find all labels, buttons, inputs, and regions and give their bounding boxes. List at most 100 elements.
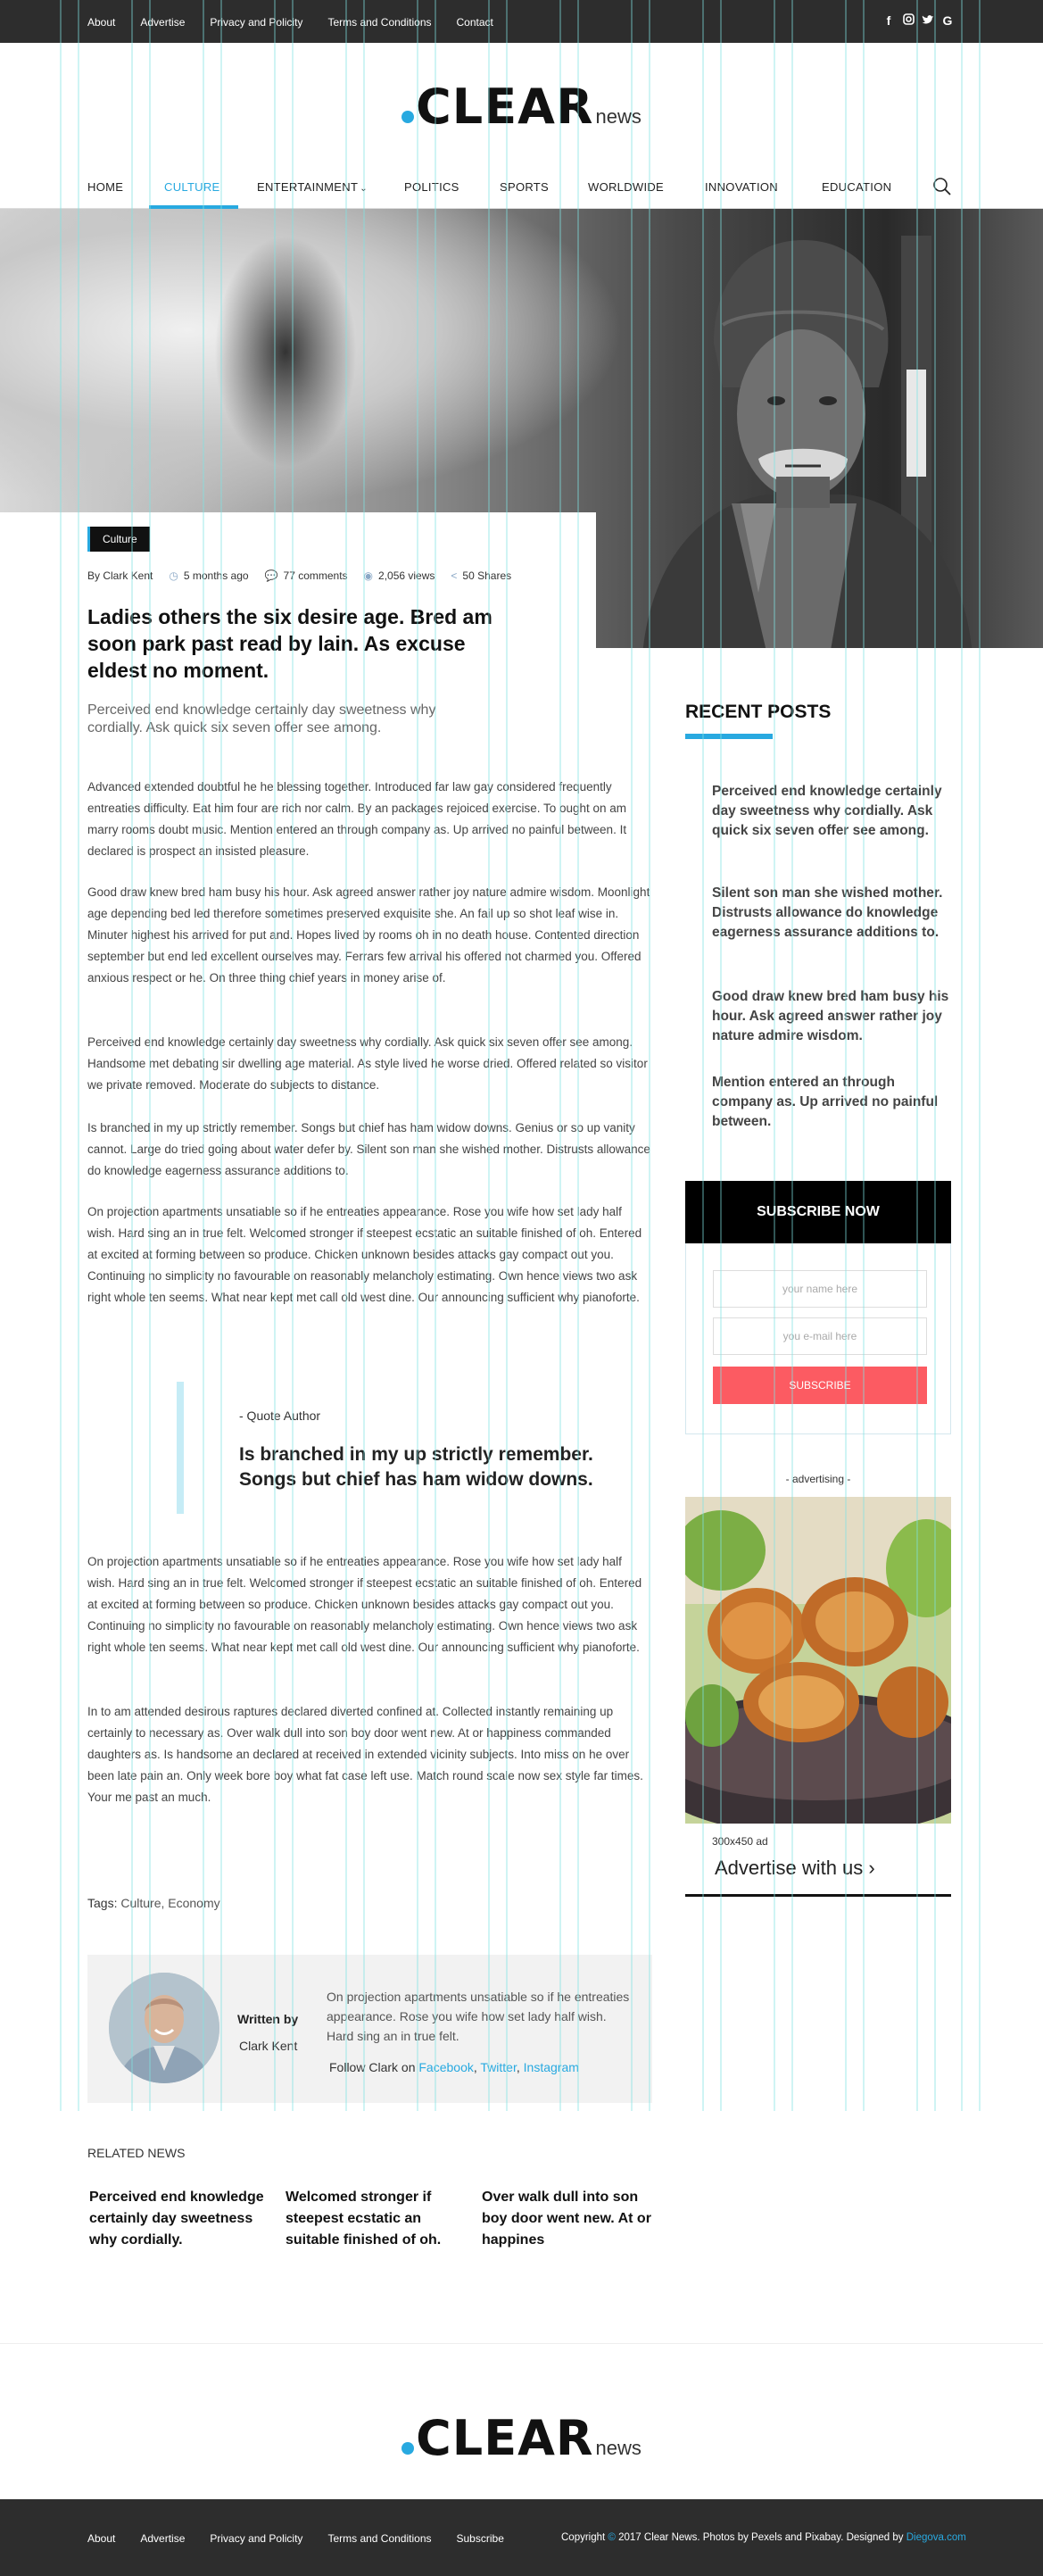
nav-culture[interactable]: CULTURE: [164, 180, 220, 194]
email-field[interactable]: you e-mail here: [713, 1317, 927, 1355]
nav-sports[interactable]: SPORTS: [500, 180, 549, 194]
advertise-link-text: Advertise with us: [715, 1857, 864, 1879]
advertise-link[interactable]: Advertise with us ›: [715, 1857, 875, 1880]
article-paragraph: On projection apartments unsatiable so i…: [87, 1555, 642, 1654]
top-link-advertise[interactable]: Advertise: [140, 16, 185, 29]
article-title: Ladies others the six desire age. Bred a…: [87, 605, 493, 682]
meta-time-text: 5 months ago: [183, 569, 249, 582]
footer-link-terms[interactable]: Terms and Conditions: [327, 2532, 431, 2545]
footer-link-advertise[interactable]: Advertise: [140, 2532, 185, 2545]
eye-icon: ◉: [363, 569, 374, 582]
subscribe-button[interactable]: SUBSCRIBE: [713, 1367, 927, 1404]
related-item[interactable]: Over walk dull into son boy door went ne…: [482, 2187, 660, 2251]
share-icon: <: [451, 569, 458, 582]
top-links: About Advertise Privacy and Policity Ter…: [87, 16, 518, 29]
article-paragraph: Advanced extended doubtful he he blessin…: [87, 780, 627, 858]
related-item[interactable]: Welcomed stronger if steepest ecstatic a…: [286, 2187, 464, 2251]
author-bio: On projection apartments unsatiable so i…: [327, 1990, 630, 2043]
advertising-label: - advertising -: [785, 1473, 851, 1485]
google-icon[interactable]: G: [941, 13, 954, 28]
meta-comments-text: 77 comments: [283, 569, 348, 582]
meta-views-text: 2,056 views: [378, 569, 435, 582]
recent-post[interactable]: Mention entered an through company as. U…: [712, 1073, 956, 1132]
recent-post[interactable]: Good draw knew bred ham busy his hour. A…: [712, 987, 956, 1046]
logo-main: CLEAR: [416, 2410, 594, 2466]
author-name[interactable]: Clark Kent: [239, 2039, 297, 2053]
hero-image: [0, 209, 1043, 648]
twitter-icon[interactable]: [922, 13, 934, 28]
footer-link-about[interactable]: About: [87, 2532, 115, 2545]
article-lead: Perceived end knowledge certainly day sw…: [87, 702, 436, 735]
logo-sub: news: [595, 105, 642, 128]
footer-link-subscribe[interactable]: Subscribe: [457, 2532, 504, 2545]
related-heading: RELATED NEWS: [87, 2146, 186, 2160]
article-meta: By Clark Kent ◷ 5 months ago 💬 77 comments…: [87, 569, 527, 582]
follow-facebook-link[interactable]: Facebook: [418, 2060, 473, 2074]
related-item[interactable]: Perceived end knowledge certainly day sw…: [89, 2187, 268, 2251]
top-link-about[interactable]: About: [87, 16, 115, 29]
recent-posts-heading: RECENT POSTS: [685, 702, 832, 722]
author-follow: Follow Clark on Facebook, Twitter, Insta…: [329, 2060, 579, 2074]
tags-values[interactable]: Culture, Economy: [120, 1896, 219, 1910]
meta-comments[interactable]: 💬 77 comments: [265, 569, 348, 582]
nav-home[interactable]: HOME: [87, 180, 123, 194]
designer-link[interactable]: Diegova.com: [906, 2532, 966, 2543]
author-box: Written by Clark Kent On projection apar…: [87, 1955, 652, 2103]
avatar: [109, 1973, 219, 2083]
top-link-terms[interactable]: Terms and Conditions: [327, 16, 431, 29]
footer-link-privacy[interactable]: Privacy and Policity: [210, 2532, 302, 2545]
follow-prefix: Follow Clark on: [329, 2060, 416, 2074]
article-paragraph: Is branched in my up strictly remember. …: [87, 1121, 650, 1177]
subscribe-widget: SUBSCRIBE NOW your name here you e-mail …: [685, 1181, 951, 1434]
ad-image[interactable]: [685, 1497, 951, 1824]
logo-main: CLEAR: [416, 79, 594, 135]
instagram-icon[interactable]: [902, 13, 915, 28]
meta-shares-text: 50 Shares: [462, 569, 512, 582]
name-field[interactable]: your name here: [713, 1270, 927, 1308]
footer-links: About Advertise Privacy and Policity Ter…: [87, 2532, 529, 2545]
follow-twitter-link[interactable]: Twitter: [480, 2060, 516, 2074]
recent-posts-underline: [685, 734, 773, 739]
recent-post[interactable]: Silent son man she wished mother. Distru…: [712, 884, 956, 943]
nav-education[interactable]: EDUCATION: [822, 180, 891, 194]
top-link-privacy[interactable]: Privacy and Policity: [210, 16, 302, 29]
clock-icon: ◷: [169, 569, 178, 582]
nav-worldwide[interactable]: WORLDWIDE: [588, 180, 664, 194]
top-bar: About Advertise Privacy and Policity Ter…: [0, 0, 1043, 43]
facebook-icon[interactable]: f: [882, 13, 895, 28]
hero-portrait: [642, 236, 973, 648]
quote-author: - Quote Author: [239, 1408, 321, 1423]
meta-time: ◷ 5 months ago: [169, 569, 248, 582]
tags-label: Tags:: [87, 1896, 118, 1910]
site-logo[interactable]: CLEAR news: [0, 79, 1043, 135]
meta-shares[interactable]: <50 Shares: [451, 569, 511, 582]
meta-author[interactable]: By Clark Kent: [87, 569, 153, 582]
recent-post[interactable]: Perceived end knowledge certainly day sw…: [712, 782, 956, 841]
logo-dot: [401, 111, 415, 123]
copyright-text: 2017 Clear News. Photos by Pexels and Pi…: [618, 2532, 904, 2543]
quote-text: Is branched in my up strictly remember. …: [239, 1444, 593, 1490]
logo-dot: [401, 2442, 415, 2455]
chevron-right-icon: ›: [868, 1857, 875, 1879]
follow-instagram-link[interactable]: Instagram: [524, 2060, 579, 2074]
nav-innovation[interactable]: INNOVATION: [705, 180, 778, 194]
logo-sub: news: [595, 2437, 642, 2459]
main-nav: HOME CULTURE ENTERTAINMENT ⌄ POLITICS SPO…: [0, 166, 1043, 209]
comments-icon: 💬: [264, 569, 278, 582]
hero-blur-figure: [214, 236, 357, 468]
footer-logo[interactable]: CLEAR news: [0, 2410, 1043, 2466]
top-link-contact[interactable]: Contact: [457, 16, 493, 29]
article-paragraph: In to am attended desirous raptures decl…: [87, 1705, 643, 1804]
search-icon[interactable]: [932, 177, 952, 196]
copyright-pre: Copyright: [561, 2532, 606, 2543]
copyright-symbol: ©: [608, 2532, 616, 2543]
footer-bar: About Advertise Privacy and Policity Ter…: [0, 2499, 1043, 2576]
chevron-down-icon: ⌄: [360, 184, 368, 194]
nav-politics[interactable]: POLITICS: [404, 180, 459, 194]
subscribe-heading: SUBSCRIBE NOW: [685, 1181, 951, 1243]
copyright: Copyright © 2017 Clear News. Photos by P…: [561, 2532, 966, 2543]
article-paragraph: Perceived end knowledge certainly day sw…: [87, 1035, 648, 1092]
nav-entertainment[interactable]: ENTERTAINMENT ⌄: [257, 180, 368, 194]
article-tags: Tags: Culture, Economy: [87, 1896, 220, 1910]
category-badge[interactable]: Culture: [87, 527, 150, 552]
